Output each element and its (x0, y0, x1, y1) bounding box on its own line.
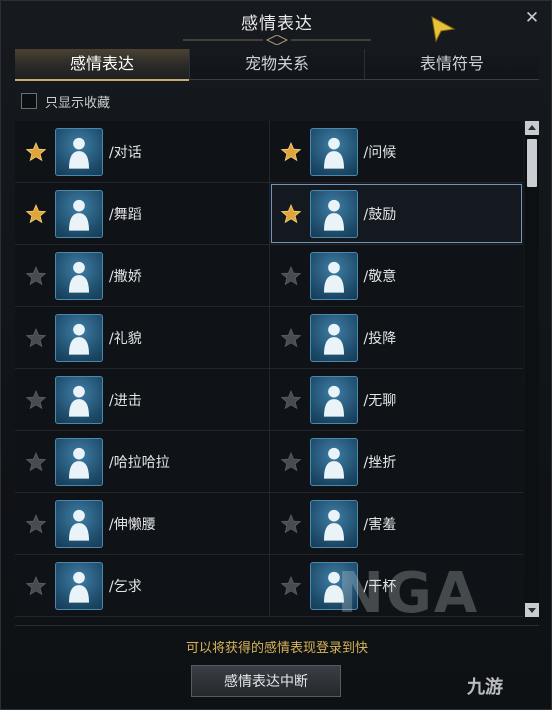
star-empty-icon[interactable] (280, 389, 302, 411)
cheer-icon (309, 189, 358, 238)
star-filled-icon[interactable] (25, 141, 47, 163)
emote-item[interactable]: /投降 (270, 307, 524, 368)
emote-row: /礼貌/投降 (15, 307, 523, 369)
window-title: 感情表达 (241, 14, 313, 34)
crawl-icon (309, 437, 358, 486)
emote-row: /对话/问候 (15, 121, 523, 183)
emote-label: /鼓励 (363, 206, 397, 223)
emote-item[interactable]: /鼓励 (269, 183, 523, 244)
emote-label: /乞求 (109, 578, 142, 595)
only-favorites-checkbox[interactable] (21, 93, 37, 109)
emote-label: /礼貌 (109, 330, 142, 347)
stop-emote-button[interactable]: 感情表达中断 (191, 665, 341, 697)
star-filled-icon[interactable] (280, 203, 302, 225)
emote-item[interactable]: /害羞 (270, 493, 524, 554)
emote-label: /害羞 (363, 516, 397, 533)
star-empty-icon[interactable] (280, 451, 302, 473)
tab-emoticons[interactable]: 表情符号 (364, 49, 539, 80)
jiuyou-watermark: 九游 (467, 677, 503, 698)
star-empty-icon[interactable] (25, 575, 47, 597)
close-icon[interactable]: ✕ (521, 7, 543, 29)
emote-label: /撒娇 (109, 268, 142, 285)
star-filled-icon[interactable] (280, 141, 302, 163)
emote-label: /伸懒腰 (109, 516, 156, 533)
stretch-icon (55, 499, 103, 548)
star-empty-icon[interactable] (280, 327, 302, 349)
emote-item[interactable]: /舞蹈 (15, 183, 270, 244)
scroll-up-button[interactable] (525, 121, 539, 135)
tab-bar: 感情表达 宠物关系 表情符号 (15, 49, 539, 81)
emote-row: /进击/无聊 (15, 369, 523, 431)
kneel-icon (309, 251, 358, 300)
tab-emotes[interactable]: 感情表达 (15, 49, 189, 81)
bored-icon (309, 375, 358, 424)
emote-label: /投降 (363, 330, 397, 347)
emote-item[interactable]: /乞求 (15, 555, 270, 616)
bow-icon (55, 313, 103, 362)
chat-gesture-icon (55, 127, 103, 176)
emote-item[interactable]: /挫折 (270, 431, 524, 492)
emote-label: /无聊 (363, 392, 397, 409)
nga-watermark: NGA (337, 561, 480, 626)
emote-label: /哈拉哈拉 (109, 454, 170, 471)
emote-window: 感情表达 ✕ 感情表达 宠物关系 表情符号 只显示收藏 /对话/问候/舞蹈/鼓励… (0, 0, 552, 710)
emote-row: /舞蹈/鼓励 (15, 183, 523, 245)
star-empty-icon[interactable] (25, 327, 47, 349)
star-empty-icon[interactable] (280, 265, 302, 287)
star-empty-icon[interactable] (280, 513, 302, 535)
scroll-down-button[interactable] (525, 603, 539, 617)
emote-item[interactable]: /敬意 (270, 245, 524, 306)
beg-icon (55, 561, 103, 610)
star-empty-icon[interactable] (280, 575, 302, 597)
star-empty-icon[interactable] (25, 451, 47, 473)
tab-pet-relations[interactable]: 宠物关系 (189, 49, 364, 80)
emote-item[interactable]: /进击 (15, 369, 270, 430)
emote-item[interactable]: /无聊 (270, 369, 524, 430)
emote-grid: /对话/问候/舞蹈/鼓励/撒娇/敬意/礼貌/投降/进击/无聊/哈拉哈拉/挫折/伸… (15, 121, 523, 617)
emote-item[interactable]: /哈拉哈拉 (15, 431, 270, 492)
dance-icon (55, 189, 103, 238)
wave-hand-icon (309, 127, 358, 176)
scroll-thumb[interactable] (527, 139, 537, 187)
emote-label: /问候 (363, 144, 397, 161)
emote-item[interactable]: /对话 (15, 121, 270, 182)
emote-row: /哈拉哈拉/挫折 (15, 431, 523, 493)
emote-row: /伸懒腰/害羞 (15, 493, 523, 555)
mouse-cursor-icon (431, 16, 456, 43)
emote-row: /撒娇/敬意 (15, 245, 523, 307)
emote-label: /敬意 (363, 268, 397, 285)
emote-label: /进击 (109, 392, 142, 409)
arrow-down-icon (528, 608, 536, 613)
star-empty-icon[interactable] (25, 513, 47, 535)
emote-item[interactable]: /撒娇 (15, 245, 270, 306)
sparkle-pose-icon (55, 251, 103, 300)
music-dance-icon (55, 437, 103, 486)
emote-label: /对话 (109, 144, 142, 161)
favorites-filter: 只显示收藏 (21, 91, 110, 111)
emote-item[interactable]: /伸懒腰 (15, 493, 270, 554)
emote-label: /挫折 (363, 454, 397, 471)
title-ornament-icon (183, 35, 371, 45)
star-empty-icon[interactable] (25, 389, 47, 411)
shy-icon (309, 499, 358, 548)
emote-label: /舞蹈 (109, 206, 142, 223)
star-empty-icon[interactable] (25, 265, 47, 287)
arrow-up-icon (528, 125, 536, 130)
hint-text: 可以将获得的感情表现登录到快 (185, 641, 368, 656)
strike-icon (55, 375, 103, 424)
emote-item[interactable]: /问候 (270, 121, 524, 182)
only-favorites-label: 只显示收藏 (45, 95, 111, 111)
scrollbar[interactable] (525, 121, 539, 617)
emote-item[interactable]: /礼貌 (15, 307, 270, 368)
title-bar: 感情表达 ✕ (1, 1, 552, 45)
white-flag-icon (309, 313, 358, 362)
star-filled-icon[interactable] (25, 203, 47, 225)
